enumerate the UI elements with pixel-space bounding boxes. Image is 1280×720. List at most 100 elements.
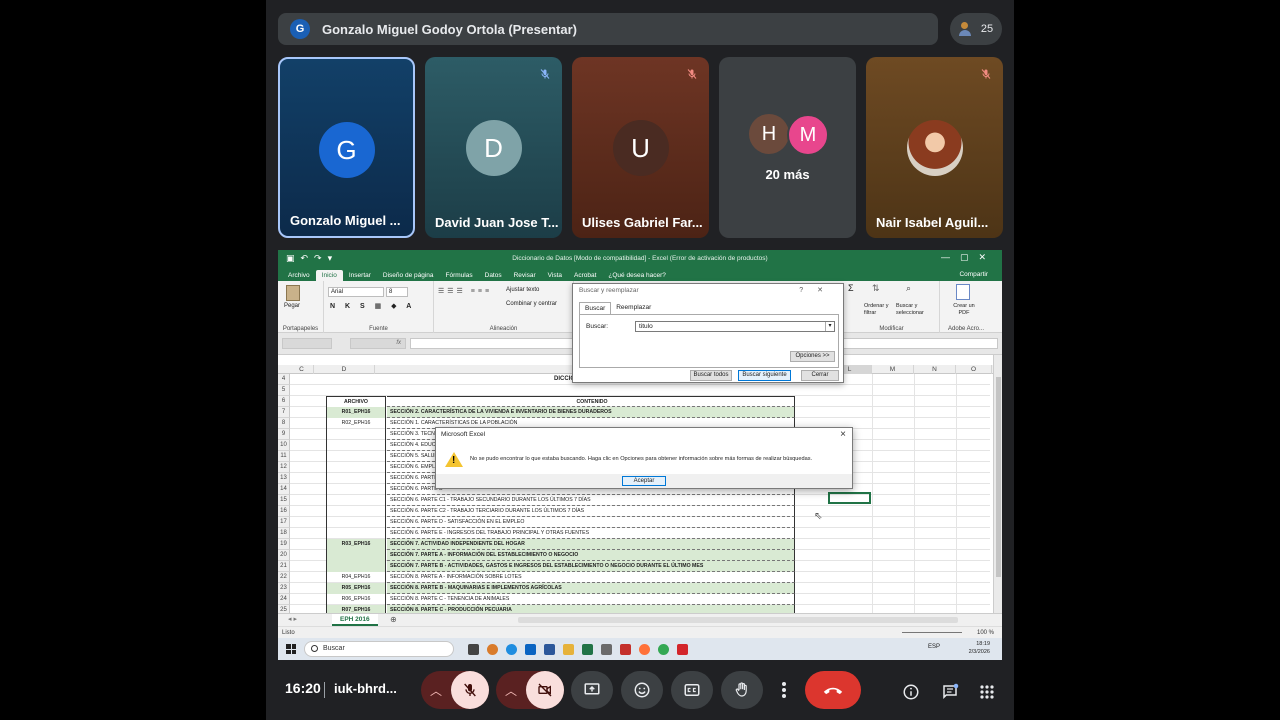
row-header[interactable]: 12 <box>278 462 290 473</box>
wrap-text-button[interactable]: Ajustar texto <box>506 287 539 293</box>
close-button[interactable]: Cerrar <box>801 370 839 381</box>
table-row[interactable]: SECCIÓN 6. PARTE D - SATISFACCIÓN EN EL … <box>290 517 990 528</box>
table-row[interactable]: SECCIÓN 6. PARTE C1 - TRABAJO SECUNDARIO… <box>290 495 990 506</box>
raise-hand-button[interactable] <box>721 671 763 709</box>
table-row[interactable] <box>290 385 990 396</box>
cell-archivo[interactable] <box>326 506 386 517</box>
pdf-icon[interactable] <box>956 284 970 300</box>
share-button[interactable]: Compartir <box>953 269 994 280</box>
row-header[interactable]: 8 <box>278 418 290 429</box>
align-icons[interactable]: ☰☰☰ ≡≡≡ <box>438 287 492 295</box>
options-button[interactable]: Opciones >> <box>790 351 835 362</box>
cell-archivo[interactable]: ARCHIVO <box>326 396 386 407</box>
table-row[interactable]: SECCIÓN 7. PARTE A - INFORMACIÓN DEL EST… <box>290 550 990 561</box>
tab-inicio[interactable]: Inicio <box>315 270 343 281</box>
dialog-controls[interactable]: ?✕ <box>799 286 837 294</box>
cell-archivo[interactable] <box>326 429 386 440</box>
font-name-box[interactable]: Arial <box>328 287 384 297</box>
cell-contenido[interactable]: SECCIÓN 7. ACTIVIDAD INDEPENDIENTE DEL H… <box>387 539 795 550</box>
presenter-bar[interactable]: G Gonzalo Miguel Godoy Ortola (Presentar… <box>278 13 938 45</box>
language-indicator[interactable]: ESP <box>928 644 940 650</box>
cell-contenido[interactable]: SECCIÓN 7. PARTE B - ACTIVIDADES, GASTOS… <box>387 561 795 572</box>
activities-button[interactable] <box>975 680 999 704</box>
cell-contenido[interactable]: SECCIÓN 6. PARTE C2 - TRABAJO TERCIARIO … <box>387 506 795 517</box>
row-header[interactable]: 18 <box>278 528 290 539</box>
cell-archivo[interactable]: R02_EPH16 <box>326 418 386 429</box>
powerpoint-icon[interactable] <box>620 643 631 655</box>
row-header[interactable]: 14 <box>278 484 290 495</box>
row-header[interactable]: 13 <box>278 473 290 484</box>
app-icon[interactable] <box>601 643 612 655</box>
cell-archivo[interactable] <box>326 561 386 572</box>
add-sheet-icon[interactable]: ⊕ <box>390 615 397 624</box>
tab-acrobat[interactable]: Acrobat <box>568 270 602 281</box>
tab-vista[interactable]: Vista <box>542 270 568 281</box>
bold-italic-underline-icons[interactable]: N K S ▦ ◆ A <box>330 302 415 310</box>
tab-datos[interactable]: Datos <box>479 270 508 281</box>
meeting-info-button[interactable] <box>899 680 923 704</box>
leave-call-button[interactable] <box>805 671 861 709</box>
table-row[interactable]: ARCHIVO CONTENIDO <box>290 396 990 407</box>
cell-archivo[interactable]: R05_EPH16 <box>326 583 386 594</box>
firefox-icon[interactable] <box>487 643 498 655</box>
cell-contenido[interactable]: SECCIÓN 7. PARTE A - INFORMACIÓN DEL EST… <box>387 550 795 561</box>
row-header[interactable]: 10 <box>278 440 290 451</box>
table-row[interactable]: R07_EPH16 SECCIÓN 8. PARTE C - PRODUCCIÓN… <box>290 605 990 613</box>
edge-icon[interactable] <box>506 643 517 655</box>
captions-button[interactable] <box>671 671 713 709</box>
cell-contenido[interactable]: SECCIÓN 8. PARTE A - INFORMACIÓN SOBRE L… <box>387 572 795 583</box>
row-header[interactable]: 4 <box>278 374 290 385</box>
find-next-button[interactable]: Buscar siguiente <box>738 370 791 381</box>
tab-insertar[interactable]: Insertar <box>343 270 377 281</box>
acrobat-icon[interactable] <box>677 643 688 655</box>
reactions-button[interactable] <box>621 671 663 709</box>
quick-access-icons[interactable]: ▣↶↷▾ <box>286 253 338 264</box>
row-header[interactable]: 24 <box>278 594 290 605</box>
sheet-nav-arrows-icon[interactable]: ◂ ▸ <box>288 615 297 623</box>
cell-contenido[interactable]: CONTENIDO <box>387 396 795 407</box>
mail-icon[interactable] <box>525 643 536 655</box>
horizontal-scrollbar[interactable] <box>518 617 958 623</box>
sheet-tab-eph-2016[interactable]: EPH 2016 <box>332 614 378 626</box>
cell-contenido[interactable]: SECCIÓN 6. PARTE C1 - TRABAJO SECUNDARIO… <box>387 495 795 506</box>
create-pdf-label[interactable]: Crear un PDF <box>950 303 978 317</box>
cell-contenido[interactable]: SECCIÓN 6. PARTE E - INGRESOS DEL TRABAJ… <box>387 528 795 539</box>
row-header[interactable]: 20 <box>278 550 290 561</box>
sort-filter-label[interactable]: Ordenar y filtrar <box>864 303 894 317</box>
find-select-label[interactable]: Buscar y seleccionar <box>896 303 938 317</box>
browser-icon[interactable] <box>639 643 650 655</box>
cell-contenido[interactable]: SECCIÓN 8. PARTE C - TENENCIA DE ANIMALE… <box>387 594 795 605</box>
cell-archivo[interactable] <box>326 495 386 506</box>
cell-archivo[interactable] <box>326 462 386 473</box>
column-header[interactable]: M <box>872 365 914 374</box>
cell-archivo[interactable]: R04_EPH16 <box>326 572 386 583</box>
participant-tile-more[interactable]: H M 20 más <box>719 57 856 238</box>
participant-tile-david[interactable]: D David Juan Jose T... <box>425 57 562 238</box>
cell-archivo[interactable] <box>326 484 386 495</box>
excel-icon[interactable] <box>582 643 593 655</box>
row-header[interactable]: 23 <box>278 583 290 594</box>
cell-contenido[interactable]: SECCIÓN 6. PARTE D - SATISFACCIÓN EN EL … <box>387 517 795 528</box>
meeting-code[interactable]: iuk-bhrd... <box>334 681 397 696</box>
row-header[interactable]: 17 <box>278 517 290 528</box>
merge-center-button[interactable]: Combinar y centrar <box>506 301 557 307</box>
font-size-box[interactable]: 8 <box>386 287 408 297</box>
find-all-button[interactable]: Buscar todos <box>690 370 732 381</box>
row-header[interactable]: 15 <box>278 495 290 506</box>
table-row[interactable]: R04_EPH16 SECCIÓN 8. PARTE A - INFORMACIÓ… <box>290 572 990 583</box>
word-icon[interactable] <box>544 643 555 655</box>
table-row[interactable]: SECCIÓN 6. PARTE C2 - TRABAJO TERCIARIO … <box>290 506 990 517</box>
row-header[interactable]: 22 <box>278 572 290 583</box>
table-row[interactable]: R06_EPH16 SECCIÓN 8. PARTE C - TENENCIA D… <box>290 594 990 605</box>
window-controls[interactable]: —▢✕ <box>941 252 996 263</box>
system-clock[interactable]: 18:19 2/3/2026 <box>969 640 990 656</box>
chat-button[interactable] <box>938 680 962 704</box>
paste-icon[interactable] <box>286 285 300 301</box>
cell-archivo[interactable]: R07_EPH16 <box>326 605 386 613</box>
row-header[interactable]: 7 <box>278 407 290 418</box>
row-header[interactable]: 11 <box>278 451 290 462</box>
windows-start-icon[interactable] <box>286 644 296 654</box>
more-options-button[interactable] <box>771 671 797 709</box>
chevron-up-icon[interactable]: ︿ <box>421 671 451 709</box>
folder-icon[interactable] <box>563 643 574 655</box>
